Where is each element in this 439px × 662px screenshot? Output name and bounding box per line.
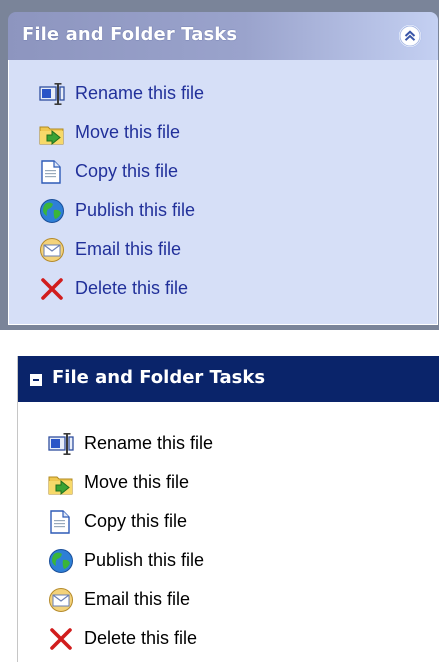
task-email-file[interactable]: Email this file xyxy=(9,230,437,269)
email-icon xyxy=(48,587,74,613)
task-publish-file[interactable]: Publish this file xyxy=(9,191,437,230)
task-pane-header[interactable]: File and Folder Tasks xyxy=(8,12,438,60)
task-publish-file[interactable]: Publish this file xyxy=(18,541,439,580)
task-pane-header[interactable]: File and Folder Tasks xyxy=(18,356,439,402)
task-label: Copy this file xyxy=(75,161,179,181)
delete-icon xyxy=(48,626,74,652)
publish-icon xyxy=(48,548,74,574)
task-label: Delete this file xyxy=(75,278,189,298)
task-label: Move this file xyxy=(75,122,181,142)
task-label: Copy this file xyxy=(84,511,188,531)
stage: File and Folder Tasks Rename this file M… xyxy=(0,0,439,662)
task-label: Rename this file xyxy=(75,83,205,103)
task-label: Move this file xyxy=(84,472,190,492)
task-label: Email this file xyxy=(75,239,182,259)
task-delete-file[interactable]: Delete this file xyxy=(18,619,439,658)
move-icon xyxy=(39,120,65,146)
rename-icon xyxy=(39,81,65,107)
delete-icon xyxy=(39,276,65,302)
task-label: Publish this file xyxy=(75,200,196,220)
copy-icon xyxy=(39,159,65,185)
collapse-chevron-icon[interactable] xyxy=(398,24,422,48)
task-label: Email this file xyxy=(84,589,191,609)
task-pane-title: File and Folder Tasks xyxy=(22,24,238,45)
task-rename-file[interactable]: Rename this file xyxy=(18,424,439,463)
task-label: Rename this file xyxy=(84,433,214,453)
publish-icon xyxy=(39,198,65,224)
task-pane-classic: File and Folder Tasks Rename this file M… xyxy=(17,356,439,662)
xp-panel-backdrop: File and Folder Tasks Rename this file M… xyxy=(0,0,439,330)
task-copy-file[interactable]: Copy this file xyxy=(18,502,439,541)
task-pane-title: File and Folder Tasks xyxy=(52,367,266,388)
task-copy-file[interactable]: Copy this file xyxy=(9,152,437,191)
task-delete-file[interactable]: Delete this file xyxy=(9,269,437,308)
task-email-file[interactable]: Email this file xyxy=(18,580,439,619)
collapse-square-icon[interactable] xyxy=(30,374,42,386)
task-list: Rename this file Move this file Copy thi… xyxy=(8,60,438,325)
email-icon xyxy=(39,237,65,263)
task-move-file[interactable]: Move this file xyxy=(18,463,439,502)
task-rename-file[interactable]: Rename this file xyxy=(9,74,437,113)
rename-icon xyxy=(48,431,74,457)
task-move-file[interactable]: Move this file xyxy=(9,113,437,152)
task-label: Publish this file xyxy=(84,550,205,570)
task-label: Delete this file xyxy=(84,628,198,648)
copy-icon xyxy=(48,509,74,535)
task-list: Rename this file Move this file Copy thi… xyxy=(18,402,439,658)
move-icon xyxy=(48,470,74,496)
task-pane-xp: File and Folder Tasks Rename this file M… xyxy=(8,12,438,325)
